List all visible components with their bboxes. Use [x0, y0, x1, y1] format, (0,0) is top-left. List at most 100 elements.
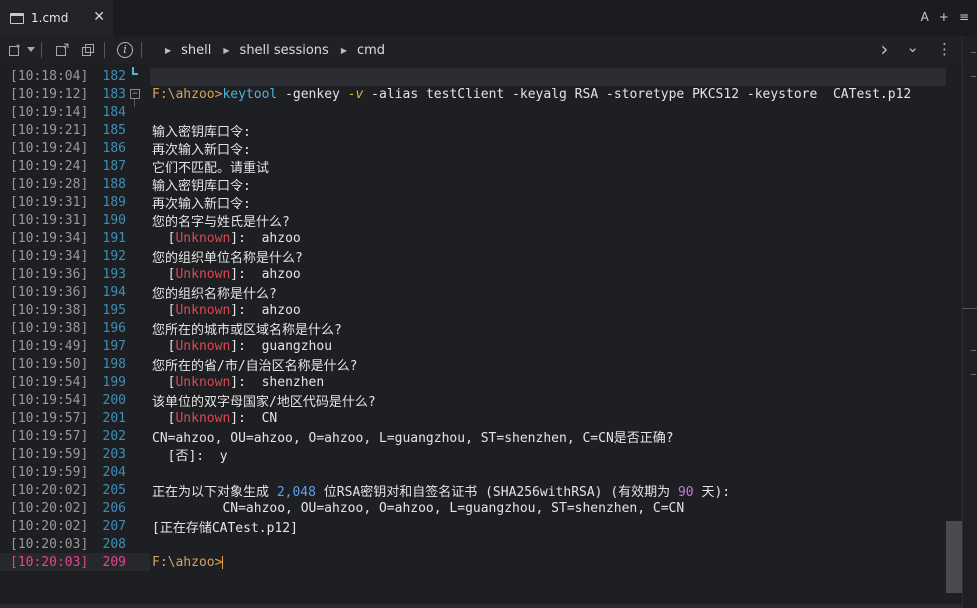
breadcrumb: ▶ shell ▶ shell sessions ▶ cmd [153, 43, 385, 58]
terminal-line: [10:20:03] 209 F:\ahzoo> [0, 553, 948, 571]
tab-1-cmd[interactable]: 1.cmd ✕ [0, 0, 113, 36]
timestamp: [10:19:59] [10, 464, 89, 480]
line-number: 200 [102, 392, 126, 408]
menu-icon[interactable]: ≡ [959, 10, 969, 24]
text-segment: 输入密钥库口令: [152, 178, 251, 194]
side-marker [971, 52, 976, 53]
terminal-line: [10:19:59] 203 [否]: y [0, 445, 948, 464]
terminal-line: [10:19:14] 184 [0, 103, 948, 121]
side-marker [971, 76, 976, 77]
text-segment: [ [152, 266, 176, 282]
text-segment: ]: ahzoo [230, 266, 301, 282]
text-segment: 您的名字与姓氏是什么? [152, 214, 290, 230]
line-text: [Unknown]: CN [152, 411, 278, 426]
line-number: 195 [102, 302, 126, 318]
tab-title: 1.cmd [31, 11, 69, 25]
tab-actions: A + ≡ [921, 10, 969, 24]
line-text: [Unknown]: ahzoo [152, 231, 301, 246]
chevron-right-icon[interactable]: › [880, 39, 888, 59]
timestamp: [10:19:31] [10, 212, 89, 228]
line-text: [Unknown]: ahzoo [152, 267, 301, 282]
terminal-line: [10:19:50] 198 您所在的省/市/自治区名称是什么? [0, 355, 948, 374]
text-segment: CN=ahzoo, OU=ahzoo, O=ahzoo, L=guangzhou… [152, 430, 674, 446]
line-number: 206 [102, 500, 126, 516]
new-tab-icon[interactable] [4, 39, 26, 61]
line-text: 输入密钥库口令: [152, 121, 251, 140]
line-number: 187 [102, 158, 126, 174]
terminal-line: [10:19:28] 188 输入密钥库口令: [0, 175, 948, 194]
text-segment: 该单位的双字母国家/地区代码是什么? [152, 394, 376, 410]
timestamp: [10:20:02] [10, 482, 89, 498]
text-segment: ]: ahzoo [230, 302, 301, 318]
text-segment: 您所在的城市或区域名称是什么? [152, 322, 342, 338]
line-number: 204 [102, 464, 126, 480]
terminal-line: [10:19:59] 204 [0, 463, 948, 481]
text-segment: 输入密钥库口令: [152, 124, 251, 140]
timestamp: [10:19:59] [10, 446, 89, 462]
line-number: 198 [102, 356, 126, 372]
side-panel-strip[interactable] [962, 36, 977, 608]
text-segment: 再次输入新口令: [152, 196, 251, 212]
line-text: 该单位的双字母国家/地区代码是什么? [152, 391, 376, 410]
line-text: 您的组织名称是什么? [152, 283, 277, 302]
toolbar-right-controls: › ⌄ ⋮ [880, 39, 952, 59]
text-segment: [ [152, 230, 176, 246]
breadcrumb-cmd[interactable]: cmd [357, 43, 385, 58]
close-icon[interactable]: ✕ [93, 9, 105, 25]
text-segment: [ [152, 302, 176, 318]
split-icon[interactable] [51, 39, 73, 61]
side-marker [971, 374, 976, 375]
timestamp: [10:19:24] [10, 140, 89, 156]
terminal-line: [10:19:31] 190 您的名字与姓氏是什么? [0, 211, 948, 230]
font-size-icon[interactable]: A [921, 10, 929, 24]
breadcrumb-shell-sessions[interactable]: shell sessions [240, 43, 329, 58]
line-number: 194 [102, 284, 126, 300]
terminal-line: [10:19:38] 196 您所在的城市或区域名称是什么? [0, 319, 948, 338]
text-segment: ]: ahzoo [230, 230, 301, 246]
terminal-line: [10:19:24] 187 它们不匹配。请重试 [0, 157, 948, 176]
text-segment: 天): [693, 484, 731, 500]
line-text: CN=ahzoo, OU=ahzoo, O=ahzoo, L=guangzhou… [152, 501, 684, 516]
breadcrumb-shell[interactable]: shell [181, 43, 211, 58]
duplicate-icon[interactable] [77, 39, 99, 61]
timestamp: [10:19:14] [10, 104, 89, 120]
text-segment: 您的组织单位名称是什么? [152, 250, 303, 266]
timestamp: [10:19:21] [10, 122, 89, 138]
scrollbar-thumb[interactable] [946, 521, 962, 593]
timestamp: [10:19:24] [10, 158, 89, 174]
timestamp: [10:19:54] [10, 374, 89, 390]
text-segment: CN=ahzoo, OU=ahzoo, O=ahzoo, L=guangzhou… [152, 500, 685, 516]
terminal-icon [10, 12, 24, 24]
toolbar: i ▶ shell ▶ shell sessions ▶ cmd › ⌄ ⋮ [0, 36, 962, 64]
terminal-line: [10:19:49] 197 [Unknown]: guangzhou [0, 337, 948, 355]
text-segment: -alias testClient -keyalg RSA -storetype… [363, 86, 912, 102]
chevron-down-icon[interactable]: ⌄ [906, 40, 919, 58]
timestamp: [10:18:04] [10, 68, 89, 84]
terminal-line: [10:19:57] 202 CN=ahzoo, OU=ahzoo, O=ahzoo… [0, 427, 948, 446]
fold-toggle-icon[interactable]: − [130, 89, 140, 99]
text-segment: 90 [677, 484, 694, 500]
line-number: 199 [102, 374, 126, 390]
text-segment: 它们不匹配。请重试 [152, 160, 270, 176]
terminal-line: [10:19:24] 186 再次输入新口令: [0, 139, 948, 158]
more-options-icon[interactable]: ⋮ [937, 40, 952, 58]
line-text: F:\ahzoo> [152, 555, 224, 570]
timestamp: [10:19:36] [10, 266, 89, 282]
terminal-line: [10:20:03] 208 [0, 535, 948, 553]
info-icon: i [117, 42, 133, 58]
vertical-scrollbar[interactable] [946, 64, 962, 608]
timestamp: [10:19:28] [10, 176, 89, 192]
default-value-label: Unknown [175, 374, 231, 390]
timestamp: [10:19:34] [10, 230, 89, 246]
default-value-label: Unknown [175, 266, 231, 282]
tab-bar: 1.cmd ✕ A + ≡ [0, 0, 977, 36]
timestamp: [10:20:03] [10, 536, 89, 552]
text-segment: 正在为以下对象生成 [152, 484, 277, 500]
side-marker [971, 350, 976, 351]
info-button[interactable]: i [114, 39, 136, 61]
new-tab-button[interactable]: + [939, 10, 949, 24]
line-number: 201 [102, 410, 126, 426]
dropdown-icon[interactable] [26, 39, 36, 61]
terminal-output[interactable]: [10:18:04] 182 [10:19:12] 183− F:\ahzoo>keyt… [0, 64, 962, 608]
text-segment: 位RSA密钥对和自签名证书 (SHA256withRSA) (有效期为 [315, 484, 678, 500]
